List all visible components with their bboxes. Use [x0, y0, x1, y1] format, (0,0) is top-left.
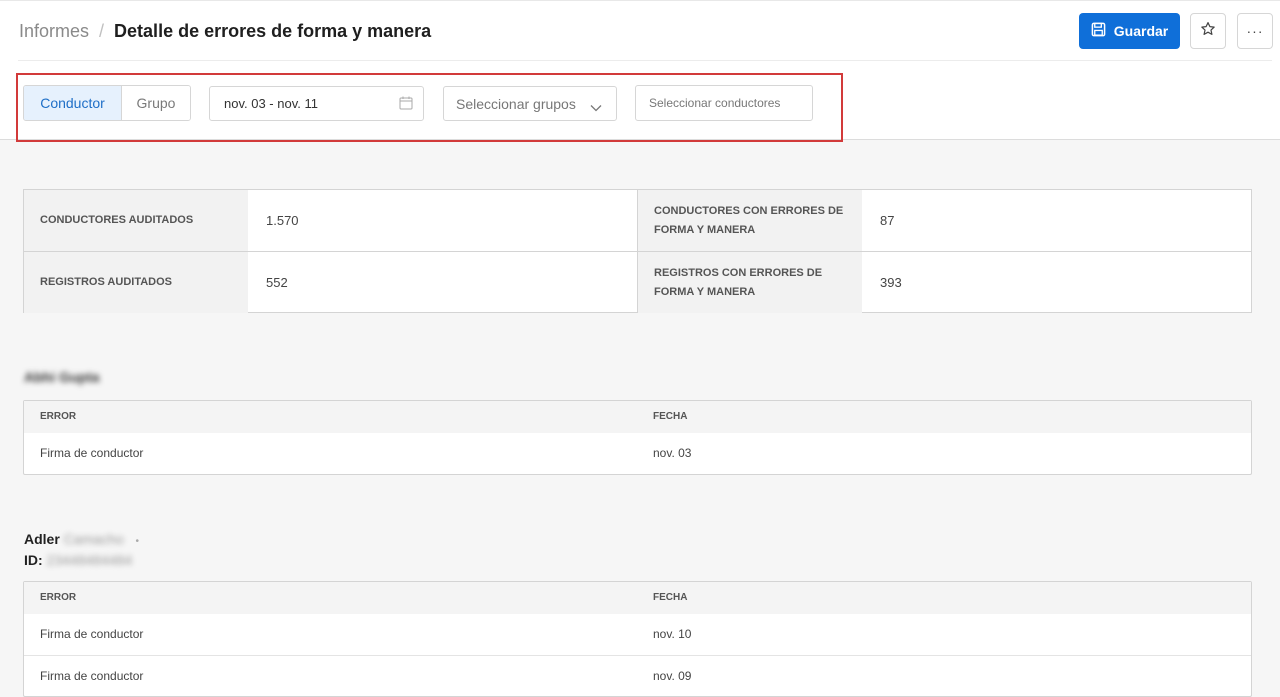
more-options-button[interactable]: ···	[1237, 13, 1273, 49]
calendar-icon	[399, 96, 413, 113]
date-range-value: nov. 03 - nov. 11	[224, 96, 318, 111]
date-cell: nov. 03	[653, 446, 692, 460]
date-cell: nov. 10	[653, 627, 692, 641]
table-header: ERROR FECHA	[24, 582, 1251, 614]
logs-audited-label: REGISTROS AUDITADOS	[24, 252, 248, 313]
star-icon	[1200, 21, 1216, 42]
favorite-button[interactable]	[1190, 13, 1226, 49]
drivers-select[interactable]: Seleccionar conductores	[635, 85, 813, 121]
save-button[interactable]: Guardar	[1079, 13, 1180, 49]
chevron-down-icon	[590, 99, 602, 115]
driver-header: Adler Camacho • ID: 23448484484	[24, 530, 139, 569]
page-header: Informes / Detalle de errores de forma y…	[0, 0, 1280, 142]
drivers-errors-label: CONDUCTORES CON ERRORES DE FORMA Y MANER…	[638, 190, 862, 251]
table-row: Firma de conductor nov. 10	[24, 614, 1251, 655]
date-cell: nov. 09	[653, 669, 692, 683]
logs-audited-value: 552	[266, 275, 288, 290]
table-row: Firma de conductor nov. 09	[24, 655, 1251, 696]
view-mode-toggle: Conductor Grupo	[23, 85, 191, 121]
logs-errors-label: REGISTROS CON ERRORES DE FORMA Y MANERA	[638, 252, 862, 313]
driver-first-name[interactable]: Adler	[24, 531, 60, 547]
drivers-audited-value: 1.570	[266, 213, 299, 228]
save-button-label: Guardar	[1113, 23, 1169, 39]
driver-errors-table: ERROR FECHA Firma de conductor nov. 03	[23, 400, 1252, 475]
breadcrumb-separator: /	[99, 21, 105, 41]
column-header-date: FECHA	[653, 592, 688, 603]
table-header: ERROR FECHA	[24, 401, 1251, 433]
save-icon	[1091, 22, 1106, 40]
table-row: Firma de conductor nov. 03	[24, 433, 1251, 474]
driver-last-name: Camacho	[63, 531, 124, 547]
column-header-error: ERROR	[40, 411, 77, 422]
page-title: Detalle de errores de forma y manera	[114, 21, 432, 41]
column-header-error: ERROR	[40, 592, 77, 603]
separator-dot: •	[135, 536, 140, 547]
logs-errors-value: 393	[880, 275, 902, 290]
driver-errors-table: ERROR FECHA Firma de conductor nov. 10 F…	[23, 581, 1252, 697]
summary-grid: CONDUCTORES AUDITADOS 1.570 CONDUCTORES …	[23, 189, 1252, 313]
error-cell: Firma de conductor	[40, 627, 144, 641]
groups-select[interactable]: Seleccionar grupos	[443, 86, 617, 121]
segment-group[interactable]: Grupo	[122, 86, 190, 120]
driver-name[interactable]: Abhi Gupta	[24, 369, 99, 385]
segment-driver[interactable]: Conductor	[24, 86, 122, 120]
drivers-audited-label: CONDUCTORES AUDITADOS	[24, 190, 248, 251]
breadcrumb-reports-link[interactable]: Informes	[19, 21, 89, 42]
breadcrumb: Informes / Detalle de errores de forma y…	[19, 21, 431, 42]
drivers-select-placeholder: Seleccionar conductores	[649, 96, 781, 110]
header-divider	[18, 60, 1272, 61]
driver-id-label: ID:	[24, 552, 43, 568]
error-cell: Firma de conductor	[40, 446, 144, 460]
drivers-errors-value: 87	[880, 213, 895, 228]
summary-divider-vertical	[637, 190, 638, 312]
date-range-picker[interactable]: nov. 03 - nov. 11	[209, 86, 424, 121]
column-header-date: FECHA	[653, 411, 688, 422]
groups-select-placeholder: Seleccionar grupos	[456, 95, 576, 112]
error-cell: Firma de conductor	[40, 669, 144, 683]
driver-id-value: 23448484484	[46, 552, 133, 568]
ellipsis-icon: ···	[1246, 23, 1264, 39]
